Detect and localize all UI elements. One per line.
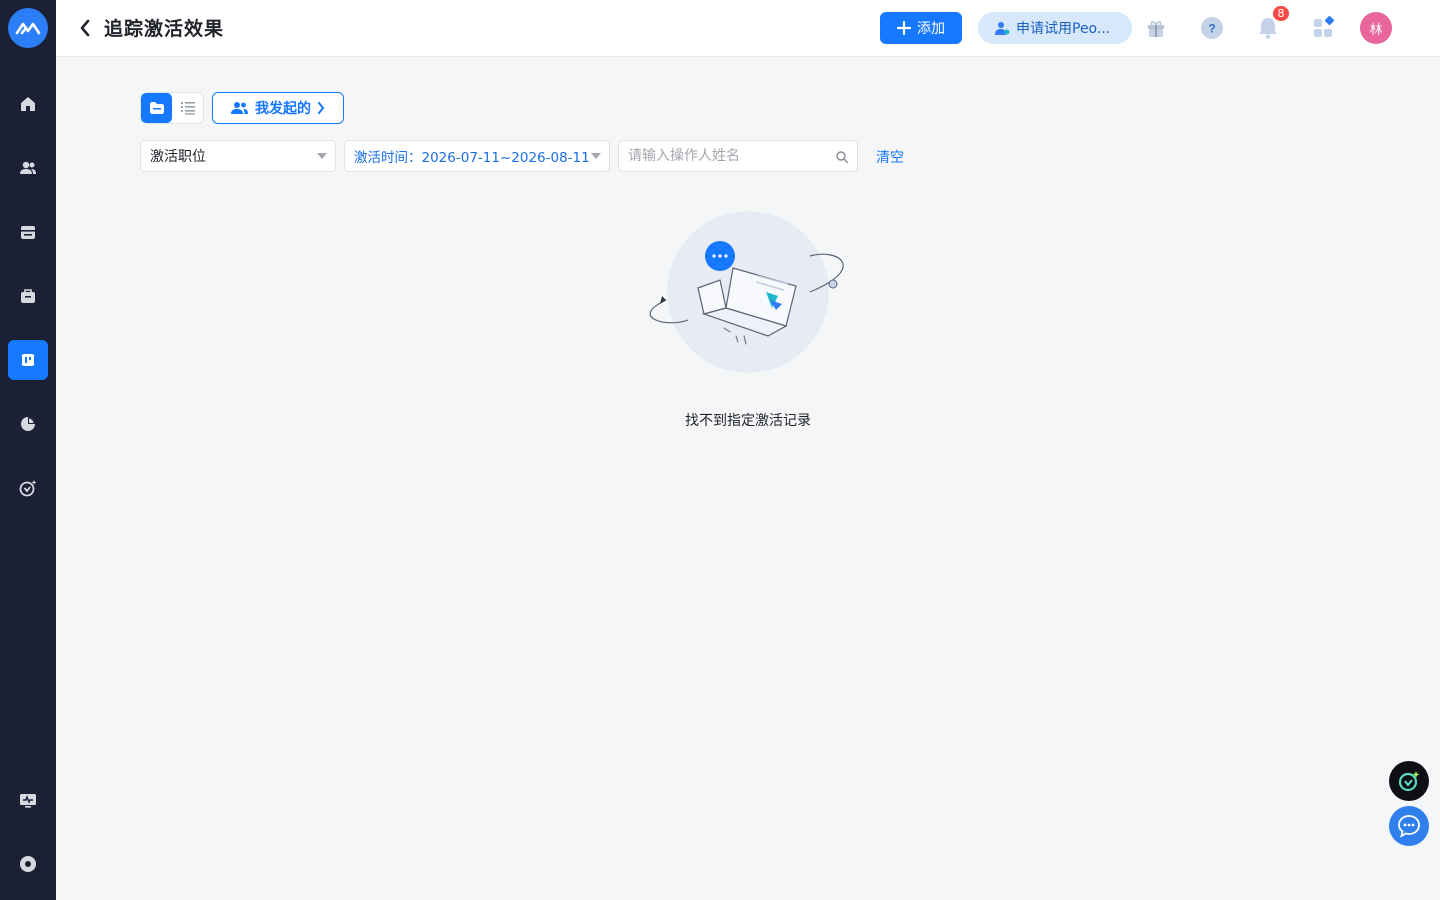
sidebar-item-briefcase[interactable] — [8, 276, 48, 316]
position-select-value: 激活职位 — [150, 149, 206, 165]
people-icon — [231, 102, 248, 114]
operator-search — [618, 140, 858, 172]
list-icon — [180, 102, 195, 115]
user-icon — [995, 22, 1010, 35]
sidebar-item-activation[interactable] — [8, 340, 48, 380]
book-icon — [22, 354, 34, 366]
trial-request-label: 申请试用Peo... — [1016, 21, 1111, 37]
empty-state-illustration — [649, 211, 844, 373]
chevron-down-icon — [317, 153, 327, 159]
svg-text:?: ? — [1208, 22, 1215, 36]
chat-icon — [1398, 815, 1420, 838]
clear-filters-link[interactable]: 清空 — [876, 147, 904, 167]
list-view-toggle[interactable] — [172, 93, 203, 123]
add-button[interactable]: 添加 — [880, 12, 962, 44]
top-header: 追踪激活效果 添加 申请试用Peo... ? 8 林 — [56, 0, 1440, 57]
monitor-icon — [20, 794, 36, 808]
sidebar-item-analytics[interactable] — [8, 404, 48, 444]
sidebar-item-monitor[interactable] — [8, 780, 48, 820]
briefcase-icon — [21, 289, 35, 303]
logo-icon — [15, 22, 41, 35]
settings-icon — [20, 856, 36, 872]
activation-time-value: 激活时间：2026-07-11~2026-08-11 — [354, 150, 590, 166]
chevron-right-icon — [318, 102, 325, 114]
pie-chart-icon — [21, 417, 35, 431]
sidebar — [0, 0, 56, 900]
user-avatar[interactable]: 林 — [1360, 12, 1392, 44]
operator-search-input[interactable] — [619, 141, 819, 171]
people-icon — [20, 161, 36, 174]
folder-view-toggle[interactable] — [141, 93, 172, 123]
plus-icon — [897, 21, 911, 35]
sidebar-item-ai[interactable] — [8, 468, 48, 508]
sidebar-item-home[interactable] — [8, 84, 48, 124]
position-select[interactable]: 激活职位 — [140, 140, 336, 172]
help-icon[interactable]: ? — [1198, 14, 1226, 42]
activation-time-select[interactable]: 激活时间：2026-07-11~2026-08-11 — [344, 140, 610, 172]
search-icon[interactable] — [835, 150, 849, 164]
initiated-by-me-label: 我发起的 — [255, 101, 311, 117]
gift-icon[interactable] — [1142, 14, 1170, 42]
app-logo[interactable] — [8, 8, 48, 48]
calendar-icon — [21, 226, 35, 239]
home-icon — [21, 97, 35, 111]
view-toggle — [140, 92, 204, 124]
ai-sparkle-icon — [1398, 771, 1420, 792]
sidebar-item-calendar[interactable] — [8, 212, 48, 252]
apps-grid-icon[interactable] — [1310, 14, 1338, 42]
trial-request-button[interactable]: 申请试用Peo... — [978, 12, 1132, 44]
chat-support-button[interactable] — [1389, 806, 1429, 846]
initiated-by-me-button[interactable]: 我发起的 — [212, 92, 344, 124]
empty-state-message: 找不到指定激活记录 — [685, 413, 811, 429]
back-icon[interactable] — [74, 16, 96, 40]
add-button-label: 添加 — [917, 21, 945, 37]
sidebar-item-people[interactable] — [8, 148, 48, 188]
ai-assistant-button[interactable] — [1389, 761, 1429, 801]
folder-icon — [149, 102, 164, 114]
chevron-down-icon — [591, 153, 601, 159]
page-title: 追踪激活效果 — [104, 18, 225, 40]
sidebar-item-settings[interactable] — [8, 844, 48, 884]
ai-sparkle-icon — [19, 480, 37, 497]
notification-badge: 8 — [1272, 5, 1290, 22]
